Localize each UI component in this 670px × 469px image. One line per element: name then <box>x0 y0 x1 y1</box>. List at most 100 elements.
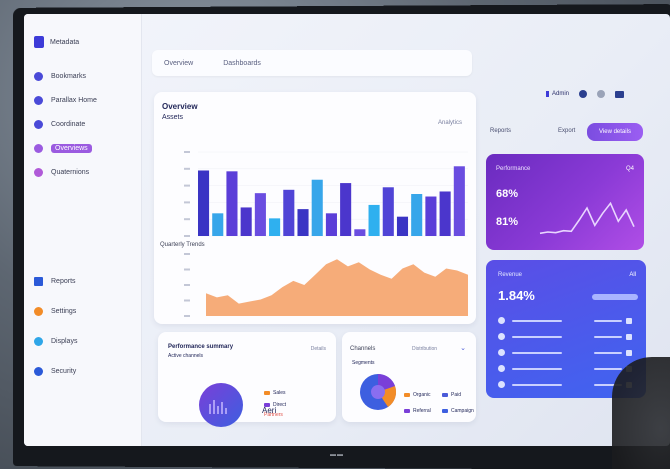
sidebar-item-bookmarks[interactable]: Bookmarks <box>34 64 131 88</box>
bar[interactable] <box>226 171 238 236</box>
y-tick <box>184 184 190 187</box>
legend-swatch <box>442 408 448 413</box>
bar[interactable] <box>425 196 437 236</box>
export-label[interactable]: Export <box>558 128 575 134</box>
sidebar-item-settings[interactable]: Settings <box>34 299 77 323</box>
home-icon <box>34 71 43 81</box>
bar[interactable] <box>311 179 323 236</box>
list-item[interactable] <box>498 348 638 358</box>
bar[interactable] <box>283 189 295 236</box>
bar[interactable] <box>198 170 210 236</box>
chevron-down-icon[interactable]: ⌄ <box>460 344 466 352</box>
card-title: Channels <box>350 346 376 352</box>
performance-period[interactable]: Q4 <box>626 166 634 172</box>
legend-item: Referral <box>404 408 431 414</box>
bar[interactable] <box>340 183 352 236</box>
globe-icon <box>34 167 43 177</box>
user-label[interactable]: Admin <box>546 91 569 97</box>
y-tick <box>184 167 190 170</box>
area-series <box>206 259 468 316</box>
bar[interactable] <box>325 213 337 236</box>
list-item[interactable] <box>498 364 638 374</box>
layers-icon <box>34 95 43 105</box>
bar <box>594 352 622 354</box>
y-tick <box>184 299 190 302</box>
monitor-icon <box>34 336 43 346</box>
sidebar-item-parallax[interactable]: Parallax Home <box>34 88 131 112</box>
y-tick <box>184 218 190 221</box>
y-tick <box>184 315 190 317</box>
bar[interactable] <box>368 204 380 236</box>
legend-swatch <box>264 390 270 395</box>
performance-card: Performance Q4 68% 81% <box>486 154 644 250</box>
bar[interactable] <box>297 209 309 236</box>
top-tabs: Overview Dashboards <box>152 50 472 76</box>
checkbox-icon[interactable] <box>626 350 632 356</box>
sidebar-item-reports[interactable]: Reports <box>34 269 77 293</box>
person-silhouette <box>612 357 670 469</box>
bar[interactable] <box>269 218 281 236</box>
message-icon[interactable] <box>615 90 625 98</box>
legend-swatch <box>404 408 410 413</box>
channels-card: Channels Distribution ⌄ Segments Organic… <box>342 332 476 422</box>
sidebar-item-label: Coordinate <box>51 120 86 128</box>
sidebar-item-label: Security <box>51 367 77 375</box>
sidebar-item-label: Bookmarks <box>51 72 87 80</box>
sidebar-logo[interactable]: Metadata <box>34 36 131 48</box>
y-tick <box>184 151 190 153</box>
gear-icon <box>34 306 43 316</box>
legend-label: Campaign <box>451 408 474 414</box>
donut-chart <box>199 383 243 427</box>
overview-chart-card: Overview Assets Analytics Quarterly Tren… <box>154 92 476 324</box>
settings-icon[interactable] <box>597 90 606 98</box>
bar[interactable] <box>411 194 423 236</box>
tab-dashboards[interactable]: Dashboards <box>223 60 261 67</box>
notification-icon[interactable] <box>579 90 588 98</box>
list-item[interactable] <box>498 332 638 342</box>
legend-swatch <box>442 392 448 397</box>
details-link[interactable]: Details <box>311 346 326 352</box>
sidebar-item-displays[interactable]: Displays <box>34 329 77 353</box>
bar[interactable] <box>396 216 409 236</box>
sidebar-item-label: Quaternions <box>51 168 90 176</box>
legend-item: Sales <box>264 390 286 396</box>
dashboard-screen: Metadata Bookmarks Parallax Home Coordin… <box>24 14 670 446</box>
view-details-button[interactable]: View details <box>587 123 643 141</box>
monitor-brand: ▬▬ <box>330 452 344 458</box>
card-subtitle: Segments <box>352 360 375 366</box>
pie-center <box>371 385 385 399</box>
reports-label[interactable]: Reports <box>490 128 511 134</box>
legend-swatch <box>404 392 410 397</box>
bar[interactable] <box>254 193 266 236</box>
y-tick <box>184 253 190 255</box>
bar-chart <box>184 151 468 237</box>
list-item[interactable] <box>498 316 638 326</box>
checkbox-icon[interactable] <box>626 334 632 340</box>
legend-item: Campaign <box>442 408 474 414</box>
sidebar-item-quaternions[interactable]: Quaternions <box>34 160 131 184</box>
revenue-filter[interactable]: All <box>629 272 636 278</box>
distribution-dropdown[interactable]: Distribution <box>412 346 437 352</box>
bar <box>594 320 622 322</box>
sidebar-item-overviews[interactable]: Overviews <box>34 136 131 160</box>
revenue-value: 1.84% <box>498 288 535 303</box>
checkbox-icon[interactable] <box>626 318 632 324</box>
bar[interactable] <box>240 207 252 236</box>
sidebar-item-security[interactable]: Security <box>34 359 77 383</box>
sidebar-item-coordinate[interactable]: Coordinate <box>34 112 131 136</box>
tab-overview[interactable]: Overview <box>164 60 193 67</box>
bar <box>512 320 562 322</box>
bar[interactable] <box>212 213 224 236</box>
bar <box>594 368 622 370</box>
bar[interactable] <box>439 191 451 236</box>
bar[interactable] <box>453 166 465 236</box>
card-subtitle: Active channels <box>168 353 204 359</box>
sparkline-chart <box>539 201 635 235</box>
bar[interactable] <box>354 229 366 236</box>
bar[interactable] <box>382 187 394 236</box>
dot-icon <box>498 349 505 356</box>
sidebar-item-label: Parallax Home <box>51 96 97 104</box>
legend-item: Paid <box>442 392 461 398</box>
chart-icon <box>34 143 43 153</box>
card-title: Performance summary <box>168 344 234 350</box>
